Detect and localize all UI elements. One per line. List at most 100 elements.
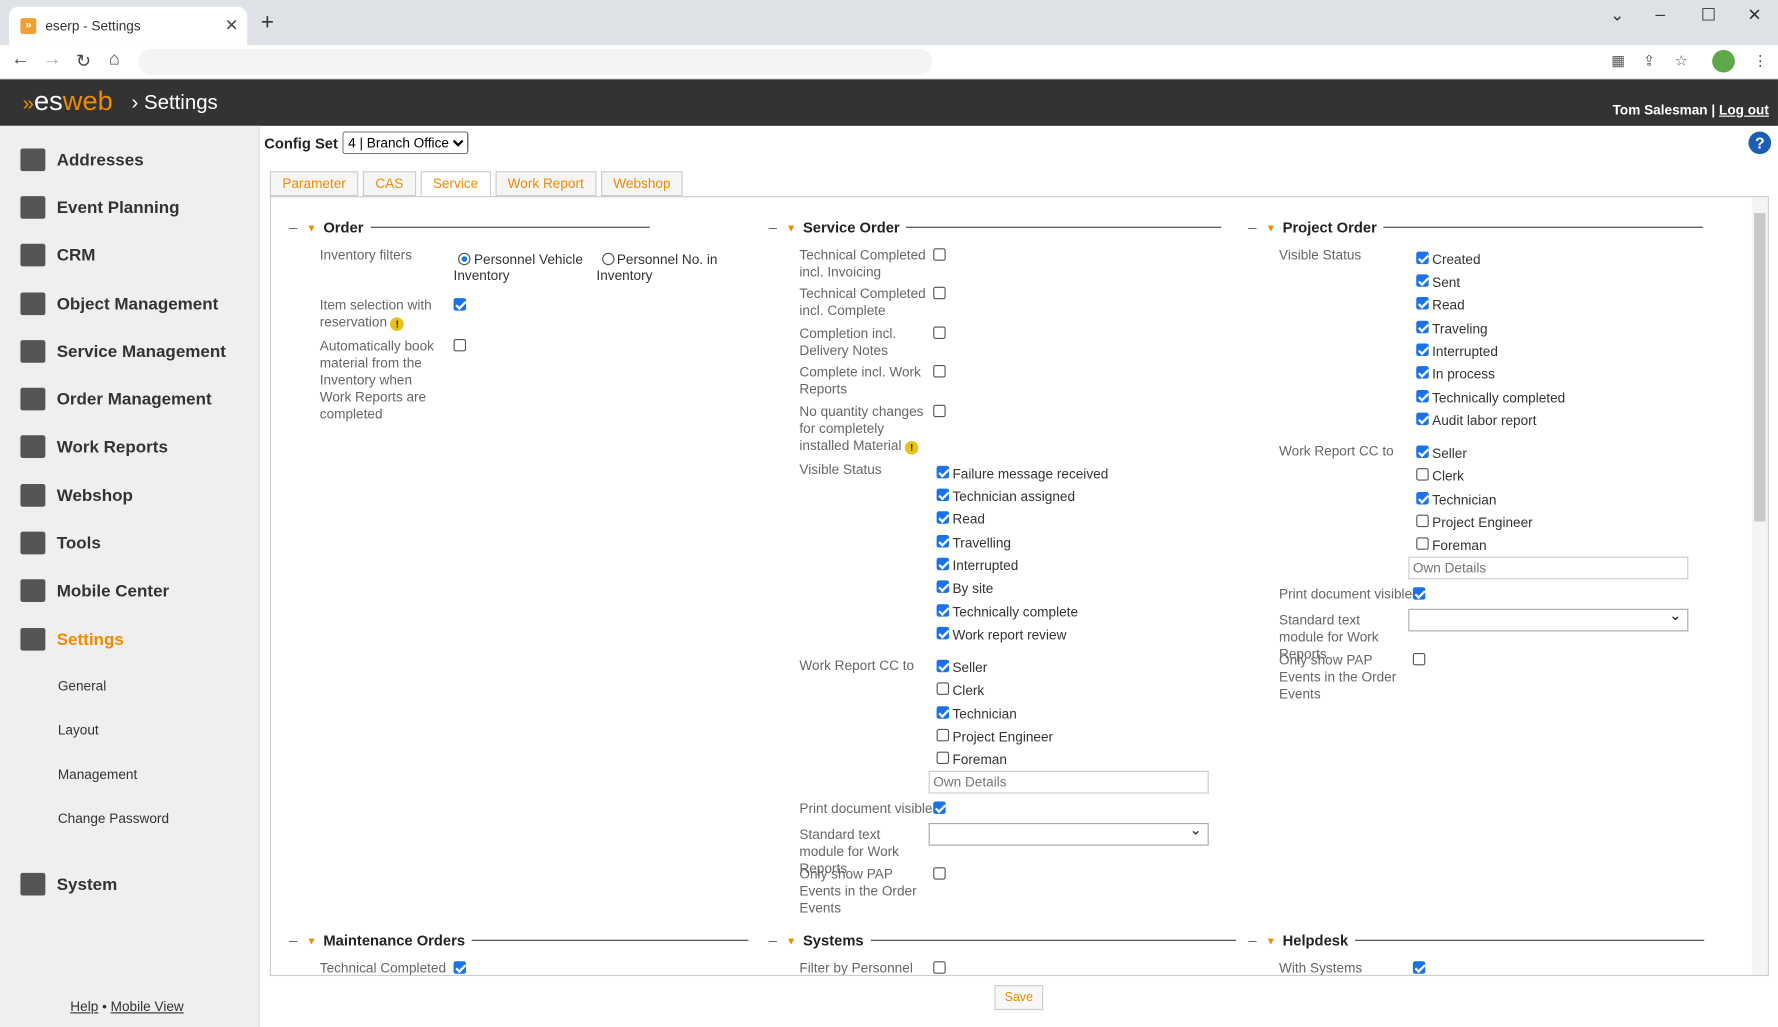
sidebar-item-service-management[interactable]: Service Management <box>20 340 226 363</box>
tab-webshop[interactable]: Webshop <box>600 171 684 197</box>
sidebar-item-addresses[interactable]: Addresses <box>20 148 144 172</box>
complete-work-checkbox[interactable] <box>933 365 946 378</box>
forward-icon[interactable]: → <box>43 50 61 70</box>
tc-complete-checkbox[interactable] <box>933 286 946 300</box>
so-cc-checkbox[interactable] <box>936 682 950 695</box>
sidebar-item-system[interactable]: System <box>20 872 117 896</box>
po-std-text-select[interactable] <box>1408 606 1689 632</box>
no-qty-checkbox[interactable] <box>933 404 946 418</box>
po-status-checkbox[interactable] <box>1416 320 1429 334</box>
home-icon[interactable]: ⌂ <box>109 50 120 70</box>
section-service-order[interactable]: – ▼ Service Order <box>769 219 1222 236</box>
browser-tab[interactable]: » eserp - Settings ✕ <box>9 6 248 46</box>
so-status-checkbox[interactable] <box>936 604 950 617</box>
sidebar-item-tools[interactable]: Tools <box>20 531 101 555</box>
po-only-pap-checkbox[interactable] <box>1412 652 1426 666</box>
so-cc-checkbox[interactable] <box>936 659 950 673</box>
po-own-details-input[interactable] <box>1408 556 1689 580</box>
helpdesk-with-systems-checkbox[interactable] <box>1412 961 1426 974</box>
star-icon[interactable]: ☆ <box>1675 52 1688 70</box>
po-status-checkbox[interactable] <box>1416 366 1429 379</box>
po-status-checkbox[interactable] <box>1416 297 1429 310</box>
so-status-checkbox[interactable] <box>936 580 950 593</box>
vertical-scrollbar[interactable] <box>1751 197 1768 975</box>
so-cc-checkbox[interactable] <box>936 706 950 719</box>
po-cc-checkbox[interactable] <box>1416 491 1429 505</box>
maximize-icon[interactable]: ☐ <box>1701 5 1716 25</box>
scrollbar-thumb[interactable] <box>1754 213 1766 522</box>
tab-search-icon[interactable]: ⌄ <box>1610 5 1624 25</box>
auto-book-checkbox[interactable] <box>453 338 467 352</box>
section-order[interactable]: – ▼ Order <box>289 219 650 236</box>
so-status-checkbox[interactable] <box>936 626 950 640</box>
item-selection-checkbox[interactable] <box>453 298 467 311</box>
so-status-checkbox[interactable] <box>936 535 950 548</box>
tab-parameter[interactable]: Parameter <box>269 171 359 197</box>
sidebar-subitem-management[interactable]: Management <box>58 766 137 782</box>
section-project-order[interactable]: – ▼ Project Order <box>1248 219 1704 236</box>
close-tab-icon[interactable]: ✕ <box>225 16 238 35</box>
translate-icon[interactable]: ▦ <box>1611 52 1625 70</box>
section-title: Maintenance Orders <box>323 931 466 949</box>
completion-delivery-checkbox[interactable] <box>933 326 946 339</box>
systems-filter-checkbox[interactable] <box>933 961 946 974</box>
help-link[interactable]: Help <box>70 999 98 1015</box>
so-status-checkbox[interactable] <box>936 488 950 502</box>
sidebar-subitem-change-password[interactable]: Change Password <box>58 811 169 827</box>
so-status-checkbox[interactable] <box>936 557 950 571</box>
po-status-checkbox[interactable] <box>1416 389 1429 403</box>
item-selection-label: Item selection with reservation! <box>320 297 447 332</box>
so-print-doc-checkbox[interactable] <box>933 801 946 814</box>
mobile-view-link[interactable]: Mobile View <box>111 999 184 1015</box>
po-status-checkbox[interactable] <box>1416 251 1429 265</box>
po-cc-checkbox[interactable] <box>1416 445 1429 458</box>
profile-avatar[interactable] <box>1712 49 1735 73</box>
po-print-doc-label: Print document visible <box>1279 586 1413 602</box>
sidebar-item-order-management[interactable]: Order Management <box>20 387 212 411</box>
po-print-doc-checkbox[interactable] <box>1412 587 1426 600</box>
logout-link[interactable]: Log out <box>1719 102 1769 118</box>
back-icon[interactable]: ← <box>11 50 29 70</box>
tab-cas[interactable]: CAS <box>362 171 416 197</box>
sidebar-subitem-layout[interactable]: Layout <box>58 722 99 738</box>
section-maintenance-orders[interactable]: – ▼ Maintenance Orders <box>289 931 749 949</box>
sidebar-item-crm[interactable]: CRM <box>20 243 95 267</box>
share-icon[interactable]: ⇪ <box>1643 52 1655 70</box>
new-tab-icon[interactable]: + <box>261 10 274 36</box>
sidebar-item-settings[interactable]: Settings <box>20 628 124 651</box>
po-cc-checkbox[interactable] <box>1416 468 1429 481</box>
so-std-text-select[interactable] <box>928 821 1209 846</box>
maint-tech-completed-checkbox[interactable] <box>453 961 467 974</box>
config-set-select[interactable]: 4 | Branch Office <box>342 131 469 155</box>
section-systems[interactable]: – ▼ Systems <box>769 932 1236 949</box>
help-icon[interactable]: ? <box>1748 131 1772 155</box>
po-status-checkbox[interactable] <box>1416 274 1429 287</box>
sidebar-item-event-planning[interactable]: Event Planning <box>20 196 180 219</box>
sidebar-item-webshop[interactable]: Webshop <box>20 484 133 507</box>
so-cc-checkbox[interactable] <box>936 728 950 742</box>
so-cc-checkbox[interactable] <box>936 751 950 765</box>
sidebar-subitem-general[interactable]: General <box>58 678 106 694</box>
sidebar-item-mobile-center[interactable]: Mobile Center <box>20 579 169 602</box>
section-helpdesk[interactable]: – ▼ Helpdesk <box>1248 932 1705 949</box>
reload-icon[interactable]: ↻ <box>76 50 91 73</box>
menu-icon[interactable]: ⋮ <box>1753 52 1768 70</box>
po-cc-checkbox[interactable] <box>1416 514 1429 528</box>
so-only-pap-checkbox[interactable] <box>933 867 946 880</box>
sidebar-item-work-reports[interactable]: Work Reports <box>20 435 168 458</box>
so-status-checkbox[interactable] <box>936 465 950 479</box>
tab-service[interactable]: Service <box>420 171 491 197</box>
minimize-icon[interactable]: – <box>1655 5 1664 24</box>
tc-invoicing-checkbox[interactable] <box>933 248 946 261</box>
sidebar-item-object-management[interactable]: Object Management <box>20 292 218 316</box>
close-window-icon[interactable]: ✕ <box>1747 5 1761 25</box>
tab-work-report[interactable]: Work Report <box>495 171 597 197</box>
so-own-details-input[interactable] <box>928 770 1209 794</box>
page-title: Settings <box>144 90 218 114</box>
save-button[interactable]: Save <box>994 985 1044 1011</box>
po-status-checkbox[interactable] <box>1416 343 1429 356</box>
po-status-checkbox[interactable] <box>1416 412 1429 426</box>
po-cc-checkbox[interactable] <box>1416 537 1429 550</box>
so-status-checkbox[interactable] <box>936 511 950 524</box>
url-input[interactable] <box>138 48 933 75</box>
